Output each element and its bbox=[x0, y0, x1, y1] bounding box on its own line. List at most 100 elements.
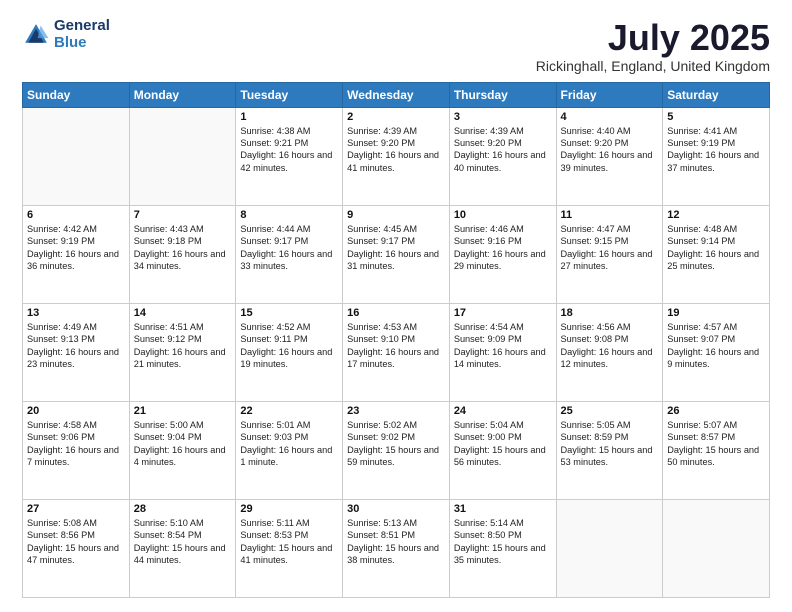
week-row-3: 20 Sunrise: 4:58 AMSunset: 9:06 PM Dayligh… bbox=[23, 401, 770, 499]
sunset-text: Sunset: 9:08 PM bbox=[561, 333, 659, 345]
day-number: 11 bbox=[561, 209, 659, 221]
day-number: 14 bbox=[134, 307, 232, 319]
logo-icon bbox=[22, 21, 50, 49]
calendar-cell: 29Sunrise: 5:11 AMSunset: 8:53 PMDayligh… bbox=[236, 499, 343, 597]
daylight-text: Daylight: 16 hours and 17 minutes. bbox=[347, 346, 445, 371]
daylight-text: Daylight: 16 hours and 1 minute. bbox=[240, 444, 338, 469]
sunset-text: Sunset: 9:12 PM bbox=[134, 333, 232, 345]
col-thursday: Thursday bbox=[449, 82, 556, 107]
sunrise-text: Sunrise: 4:47 AM bbox=[561, 223, 659, 235]
sunrise-text: Sunrise: 4:39 AM bbox=[347, 125, 445, 137]
sunrise-text: Sunrise: 5:00 AM bbox=[134, 419, 232, 431]
sunrise-text: Sunrise: 4:58 AM bbox=[27, 419, 125, 431]
day-number: 17 bbox=[454, 307, 552, 319]
sunset-text: Sunset: 8:54 PM bbox=[134, 529, 232, 541]
day-number: 18 bbox=[561, 307, 659, 319]
sunset-text: Sunset: 9:11 PM bbox=[240, 333, 338, 345]
week-row-4: 27Sunrise: 5:08 AMSunset: 8:56 PMDayligh… bbox=[23, 499, 770, 597]
location-subtitle: Rickinghall, England, United Kingdom bbox=[536, 58, 770, 74]
day-number: 2 bbox=[347, 111, 445, 123]
sunset-text: Sunset: 8:53 PM bbox=[240, 529, 338, 541]
sunrise-text: Sunrise: 5:14 AM bbox=[454, 517, 552, 529]
day-number: 21 bbox=[134, 405, 232, 417]
daylight-text: Daylight: 16 hours and 41 minutes. bbox=[347, 149, 445, 174]
daylight-text: Daylight: 16 hours and 42 minutes. bbox=[240, 149, 338, 174]
calendar-cell: 27Sunrise: 5:08 AMSunset: 8:56 PMDayligh… bbox=[23, 499, 130, 597]
calendar-cell: 12Sunrise: 4:48 AMSunset: 9:14 PMDayligh… bbox=[663, 205, 770, 303]
sunset-text: Sunset: 9:10 PM bbox=[347, 333, 445, 345]
sunset-text: Sunset: 8:56 PM bbox=[27, 529, 125, 541]
sunset-text: Sunset: 9:00 PM bbox=[454, 431, 552, 443]
calendar-cell: 25Sunrise: 5:05 AMSunset: 8:59 PMDayligh… bbox=[556, 401, 663, 499]
col-wednesday: Wednesday bbox=[343, 82, 450, 107]
calendar-cell: 17Sunrise: 4:54 AMSunset: 9:09 PMDayligh… bbox=[449, 303, 556, 401]
sunrise-text: Sunrise: 4:42 AM bbox=[27, 223, 125, 235]
col-tuesday: Tuesday bbox=[236, 82, 343, 107]
day-number: 3 bbox=[454, 111, 552, 123]
day-number: 4 bbox=[561, 111, 659, 123]
calendar-cell bbox=[556, 499, 663, 597]
calendar-cell: 13Sunrise: 4:49 AMSunset: 9:13 PMDayligh… bbox=[23, 303, 130, 401]
sunset-text: Sunset: 9:17 PM bbox=[240, 235, 338, 247]
day-number: 31 bbox=[454, 503, 552, 515]
sunrise-text: Sunrise: 4:57 AM bbox=[667, 321, 765, 333]
daylight-text: Daylight: 15 hours and 38 minutes. bbox=[347, 542, 445, 567]
sunrise-text: Sunrise: 4:38 AM bbox=[240, 125, 338, 137]
sunset-text: Sunset: 9:18 PM bbox=[134, 235, 232, 247]
calendar-cell: 31Sunrise: 5:14 AMSunset: 8:50 PMDayligh… bbox=[449, 499, 556, 597]
calendar-header-row: Sunday Monday Tuesday Wednesday Thursday… bbox=[23, 82, 770, 107]
day-number: 26 bbox=[667, 405, 765, 417]
daylight-text: Daylight: 16 hours and 31 minutes. bbox=[347, 248, 445, 273]
daylight-text: Daylight: 15 hours and 56 minutes. bbox=[454, 444, 552, 469]
sunset-text: Sunset: 8:59 PM bbox=[561, 431, 659, 443]
sunset-text: Sunset: 9:16 PM bbox=[454, 235, 552, 247]
day-number: 7 bbox=[134, 209, 232, 221]
calendar-cell: 11Sunrise: 4:47 AMSunset: 9:15 PMDayligh… bbox=[556, 205, 663, 303]
daylight-text: Daylight: 15 hours and 41 minutes. bbox=[240, 542, 338, 567]
col-friday: Friday bbox=[556, 82, 663, 107]
sunrise-text: Sunrise: 5:01 AM bbox=[240, 419, 338, 431]
logo: General Blue bbox=[22, 18, 110, 51]
daylight-text: Daylight: 16 hours and 21 minutes. bbox=[134, 346, 232, 371]
sunset-text: Sunset: 9:20 PM bbox=[347, 137, 445, 149]
sunset-text: Sunset: 9:17 PM bbox=[347, 235, 445, 247]
day-number: 5 bbox=[667, 111, 765, 123]
header: General Blue July 2025 Rickinghall, Engl… bbox=[22, 18, 770, 74]
day-number: 10 bbox=[454, 209, 552, 221]
sunset-text: Sunset: 9:09 PM bbox=[454, 333, 552, 345]
daylight-text: Daylight: 16 hours and 25 minutes. bbox=[667, 248, 765, 273]
sunset-text: Sunset: 9:15 PM bbox=[561, 235, 659, 247]
sunrise-text: Sunrise: 5:11 AM bbox=[240, 517, 338, 529]
daylight-text: Daylight: 15 hours and 50 minutes. bbox=[667, 444, 765, 469]
col-monday: Monday bbox=[129, 82, 236, 107]
sunrise-text: Sunrise: 5:10 AM bbox=[134, 517, 232, 529]
calendar-cell: 23Sunrise: 5:02 AMSunset: 9:02 PMDayligh… bbox=[343, 401, 450, 499]
sunset-text: Sunset: 8:51 PM bbox=[347, 529, 445, 541]
daylight-text: Daylight: 16 hours and 33 minutes. bbox=[240, 248, 338, 273]
day-number: 9 bbox=[347, 209, 445, 221]
sunset-text: Sunset: 9:13 PM bbox=[27, 333, 125, 345]
calendar-cell: 8Sunrise: 4:44 AMSunset: 9:17 PMDaylight… bbox=[236, 205, 343, 303]
day-number: 13 bbox=[27, 307, 125, 319]
sunrise-text: Sunrise: 4:53 AM bbox=[347, 321, 445, 333]
daylight-text: Daylight: 16 hours and 23 minutes. bbox=[27, 346, 125, 371]
daylight-text: Daylight: 15 hours and 35 minutes. bbox=[454, 542, 552, 567]
daylight-text: Daylight: 16 hours and 19 minutes. bbox=[240, 346, 338, 371]
sunset-text: Sunset: 9:06 PM bbox=[27, 431, 125, 443]
calendar-cell: 30Sunrise: 5:13 AMSunset: 8:51 PMDayligh… bbox=[343, 499, 450, 597]
daylight-text: Daylight: 16 hours and 34 minutes. bbox=[134, 248, 232, 273]
daylight-text: Daylight: 15 hours and 44 minutes. bbox=[134, 542, 232, 567]
sunrise-text: Sunrise: 4:54 AM bbox=[454, 321, 552, 333]
calendar-cell: 14 Sunrise: 4:51 AMSunset: 9:12 PMDayligh… bbox=[129, 303, 236, 401]
daylight-text: Daylight: 16 hours and 40 minutes. bbox=[454, 149, 552, 174]
day-number: 20 bbox=[27, 405, 125, 417]
sunset-text: Sunset: 9:04 PM bbox=[134, 431, 232, 443]
sunrise-text: Sunrise: 4:51 AM bbox=[134, 321, 232, 333]
calendar-cell: 1Sunrise: 4:38 AMSunset: 9:21 PMDaylight… bbox=[236, 107, 343, 205]
calendar-cell: 22Sunrise: 5:01 AMSunset: 9:03 PMDayligh… bbox=[236, 401, 343, 499]
sunset-text: Sunset: 9:02 PM bbox=[347, 431, 445, 443]
daylight-text: Daylight: 16 hours and 4 minutes. bbox=[134, 444, 232, 469]
daylight-text: Daylight: 16 hours and 29 minutes. bbox=[454, 248, 552, 273]
calendar-cell: 6Sunrise: 4:42 AMSunset: 9:19 PMDaylight… bbox=[23, 205, 130, 303]
day-number: 24 bbox=[454, 405, 552, 417]
